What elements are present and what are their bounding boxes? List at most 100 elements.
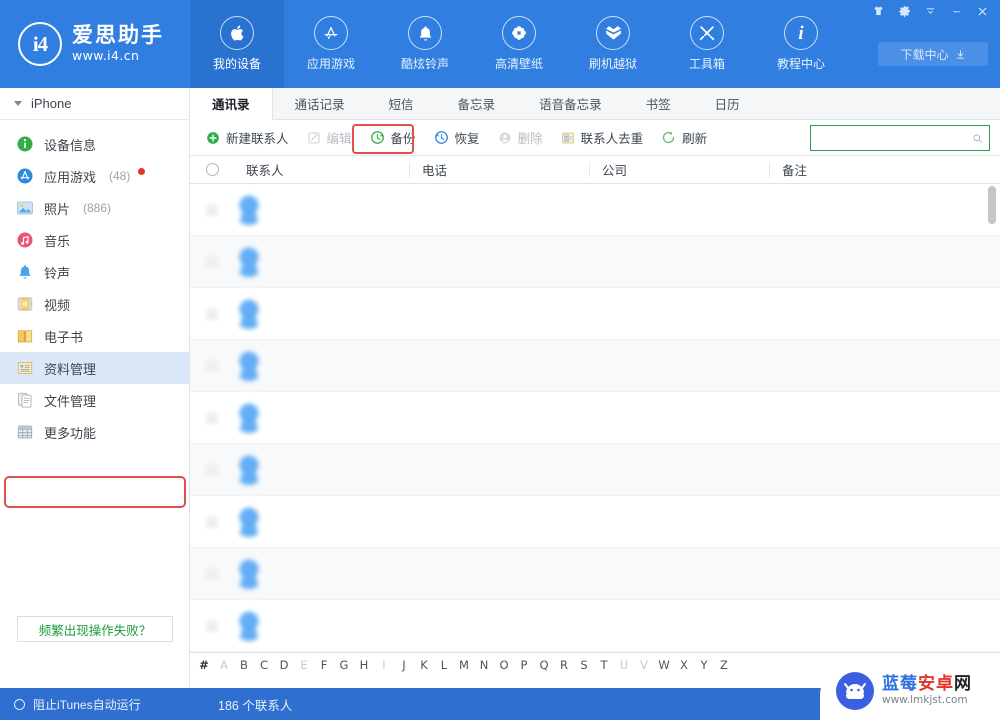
tab-contacts[interactable]: 通讯录 — [190, 88, 273, 120]
alpha-index-c[interactable]: C — [254, 658, 274, 672]
alpha-index-s[interactable]: S — [574, 658, 594, 672]
sidebar-item-data-management[interactable]: 资料管理 — [0, 352, 189, 384]
row-checkbox-cell[interactable] — [190, 411, 234, 424]
row-checkbox-cell[interactable] — [190, 255, 234, 268]
close-icon[interactable] — [970, 2, 994, 20]
alpha-index-h[interactable]: H — [354, 658, 374, 672]
alpha-index-y[interactable]: Y — [694, 658, 714, 672]
table-row[interactable] — [190, 496, 1000, 548]
backup-button[interactable]: 备份 — [362, 125, 424, 151]
alpha-index-r[interactable]: R — [554, 658, 574, 672]
tab-sms[interactable]: 短信 — [367, 88, 436, 119]
row-checkbox[interactable] — [206, 307, 218, 320]
table-row[interactable] — [190, 236, 1000, 288]
sidebar-item-apps-games[interactable]: 应用游戏 (48) — [0, 160, 189, 192]
table-row[interactable] — [190, 444, 1000, 496]
table-row[interactable] — [190, 392, 1000, 444]
row-checkbox[interactable] — [206, 255, 218, 268]
settings-gear-icon[interactable] — [892, 2, 916, 20]
alpha-index-hash[interactable]: # — [194, 658, 214, 672]
column-header-company[interactable]: 公司 — [589, 161, 769, 178]
row-checkbox[interactable] — [206, 203, 218, 216]
sidebar-item-music[interactable]: 音乐 — [0, 224, 189, 256]
alpha-index-p[interactable]: P — [514, 658, 534, 672]
table-row[interactable] — [190, 600, 1000, 652]
skin-icon[interactable] — [866, 2, 890, 20]
row-checkbox-cell[interactable] — [190, 203, 234, 216]
sidebar-item-device-info[interactable]: 设备信息 — [0, 128, 189, 160]
nav-item-wallpapers[interactable]: 高清壁纸 — [472, 0, 566, 88]
list-scrollbar-track[interactable] — [988, 184, 998, 652]
tab-bookmarks[interactable]: 书签 — [624, 88, 693, 119]
table-row[interactable] — [190, 288, 1000, 340]
sidebar-item-ebooks[interactable]: 电子书 — [0, 320, 189, 352]
avatar — [234, 610, 264, 641]
alpha-index-d[interactable]: D — [274, 658, 294, 672]
table-row[interactable] — [190, 548, 1000, 600]
restore-button[interactable]: 恢复 — [426, 125, 488, 151]
sidebar-item-more-features[interactable]: 更多功能 — [0, 416, 189, 448]
alpha-index-q[interactable]: Q — [534, 658, 554, 672]
download-center-button[interactable]: 下载中心 — [878, 42, 988, 66]
refresh-button[interactable]: 刷新 — [653, 125, 715, 151]
sidebar-item-photos[interactable]: 照片 (886) — [0, 192, 189, 224]
alpha-index-t[interactable]: T — [594, 658, 614, 672]
row-checkbox-cell[interactable] — [190, 567, 234, 580]
row-checkbox[interactable] — [206, 515, 218, 528]
menu-dropdown-icon[interactable] — [918, 2, 942, 20]
nav-item-tutorials[interactable]: i 教程中心 — [754, 0, 848, 88]
alpha-index-z[interactable]: Z — [714, 658, 734, 672]
nav-item-my-device[interactable]: 我的设备 — [190, 0, 284, 88]
deduplicate-contacts-button[interactable]: 联系人去重 — [553, 125, 652, 151]
row-checkbox[interactable] — [206, 359, 218, 372]
row-checkbox[interactable] — [206, 567, 218, 580]
alpha-index-g[interactable]: G — [334, 658, 354, 672]
row-checkbox-cell[interactable] — [190, 515, 234, 528]
alpha-index-j[interactable]: J — [394, 658, 414, 672]
row-checkbox[interactable] — [206, 463, 218, 476]
alpha-index-n[interactable]: N — [474, 658, 494, 672]
tab-notes[interactable]: 备忘录 — [436, 88, 518, 119]
device-selector[interactable]: iPhone — [0, 88, 189, 120]
search-box[interactable] — [810, 125, 990, 151]
alpha-index-m[interactable]: M — [454, 658, 474, 672]
sidebar-item-videos[interactable]: 视频 — [0, 288, 189, 320]
operation-failure-help-button[interactable]: 频繁出现操作失败？ — [17, 616, 173, 642]
nav-item-ringtones[interactable]: 酷炫铃声 — [378, 0, 472, 88]
tab-voice-memos[interactable]: 语音备忘录 — [517, 88, 624, 119]
column-header-name[interactable]: 联系人 — [234, 162, 409, 178]
nav-item-toolbox[interactable]: 工具箱 — [660, 0, 754, 88]
alpha-index-l[interactable]: L — [434, 658, 454, 672]
sidebar-item-ringtones[interactable]: 铃声 — [0, 256, 189, 288]
alpha-index-o[interactable]: O — [494, 658, 514, 672]
select-all-cell[interactable] — [190, 163, 234, 176]
table-row[interactable] — [190, 184, 1000, 236]
list-scrollbar-thumb[interactable] — [988, 186, 996, 224]
nav-item-apps-games[interactable]: 应用游戏 — [284, 0, 378, 88]
row-checkbox-cell[interactable] — [190, 619, 234, 632]
row-checkbox[interactable] — [206, 619, 218, 632]
search-input[interactable] — [817, 131, 972, 145]
tab-calendar[interactable]: 日历 — [693, 88, 762, 119]
alpha-index-w[interactable]: W — [654, 658, 674, 672]
toggle-radio-icon[interactable] — [14, 698, 25, 710]
row-checkbox-cell[interactable] — [190, 463, 234, 476]
minimize-icon[interactable] — [944, 2, 968, 20]
block-itunes-toggle[interactable]: 阻止iTunes自动运行 — [0, 696, 190, 713]
row-checkbox-cell[interactable] — [190, 307, 234, 320]
select-all-checkbox[interactable] — [205, 163, 219, 176]
alpha-index-b[interactable]: B — [234, 658, 254, 672]
alpha-index-k[interactable]: K — [414, 658, 434, 672]
alpha-index-x[interactable]: X — [674, 658, 694, 672]
column-header-note[interactable]: 备注 — [769, 161, 1000, 178]
tab-call-history[interactable]: 通话记录 — [273, 88, 367, 119]
row-checkbox[interactable] — [206, 411, 218, 424]
alpha-index-f[interactable]: F — [314, 658, 334, 672]
table-row[interactable] — [190, 340, 1000, 392]
sidebar-item-file-management[interactable]: 文件管理 — [0, 384, 189, 416]
search-icon[interactable] — [972, 131, 983, 146]
row-checkbox-cell[interactable] — [190, 359, 234, 372]
column-header-phone[interactable]: 电话 — [409, 161, 589, 178]
new-contact-button[interactable]: 新建联系人 — [198, 125, 297, 151]
nav-item-flash-jailbreak[interactable]: 刷机越狱 — [566, 0, 660, 88]
